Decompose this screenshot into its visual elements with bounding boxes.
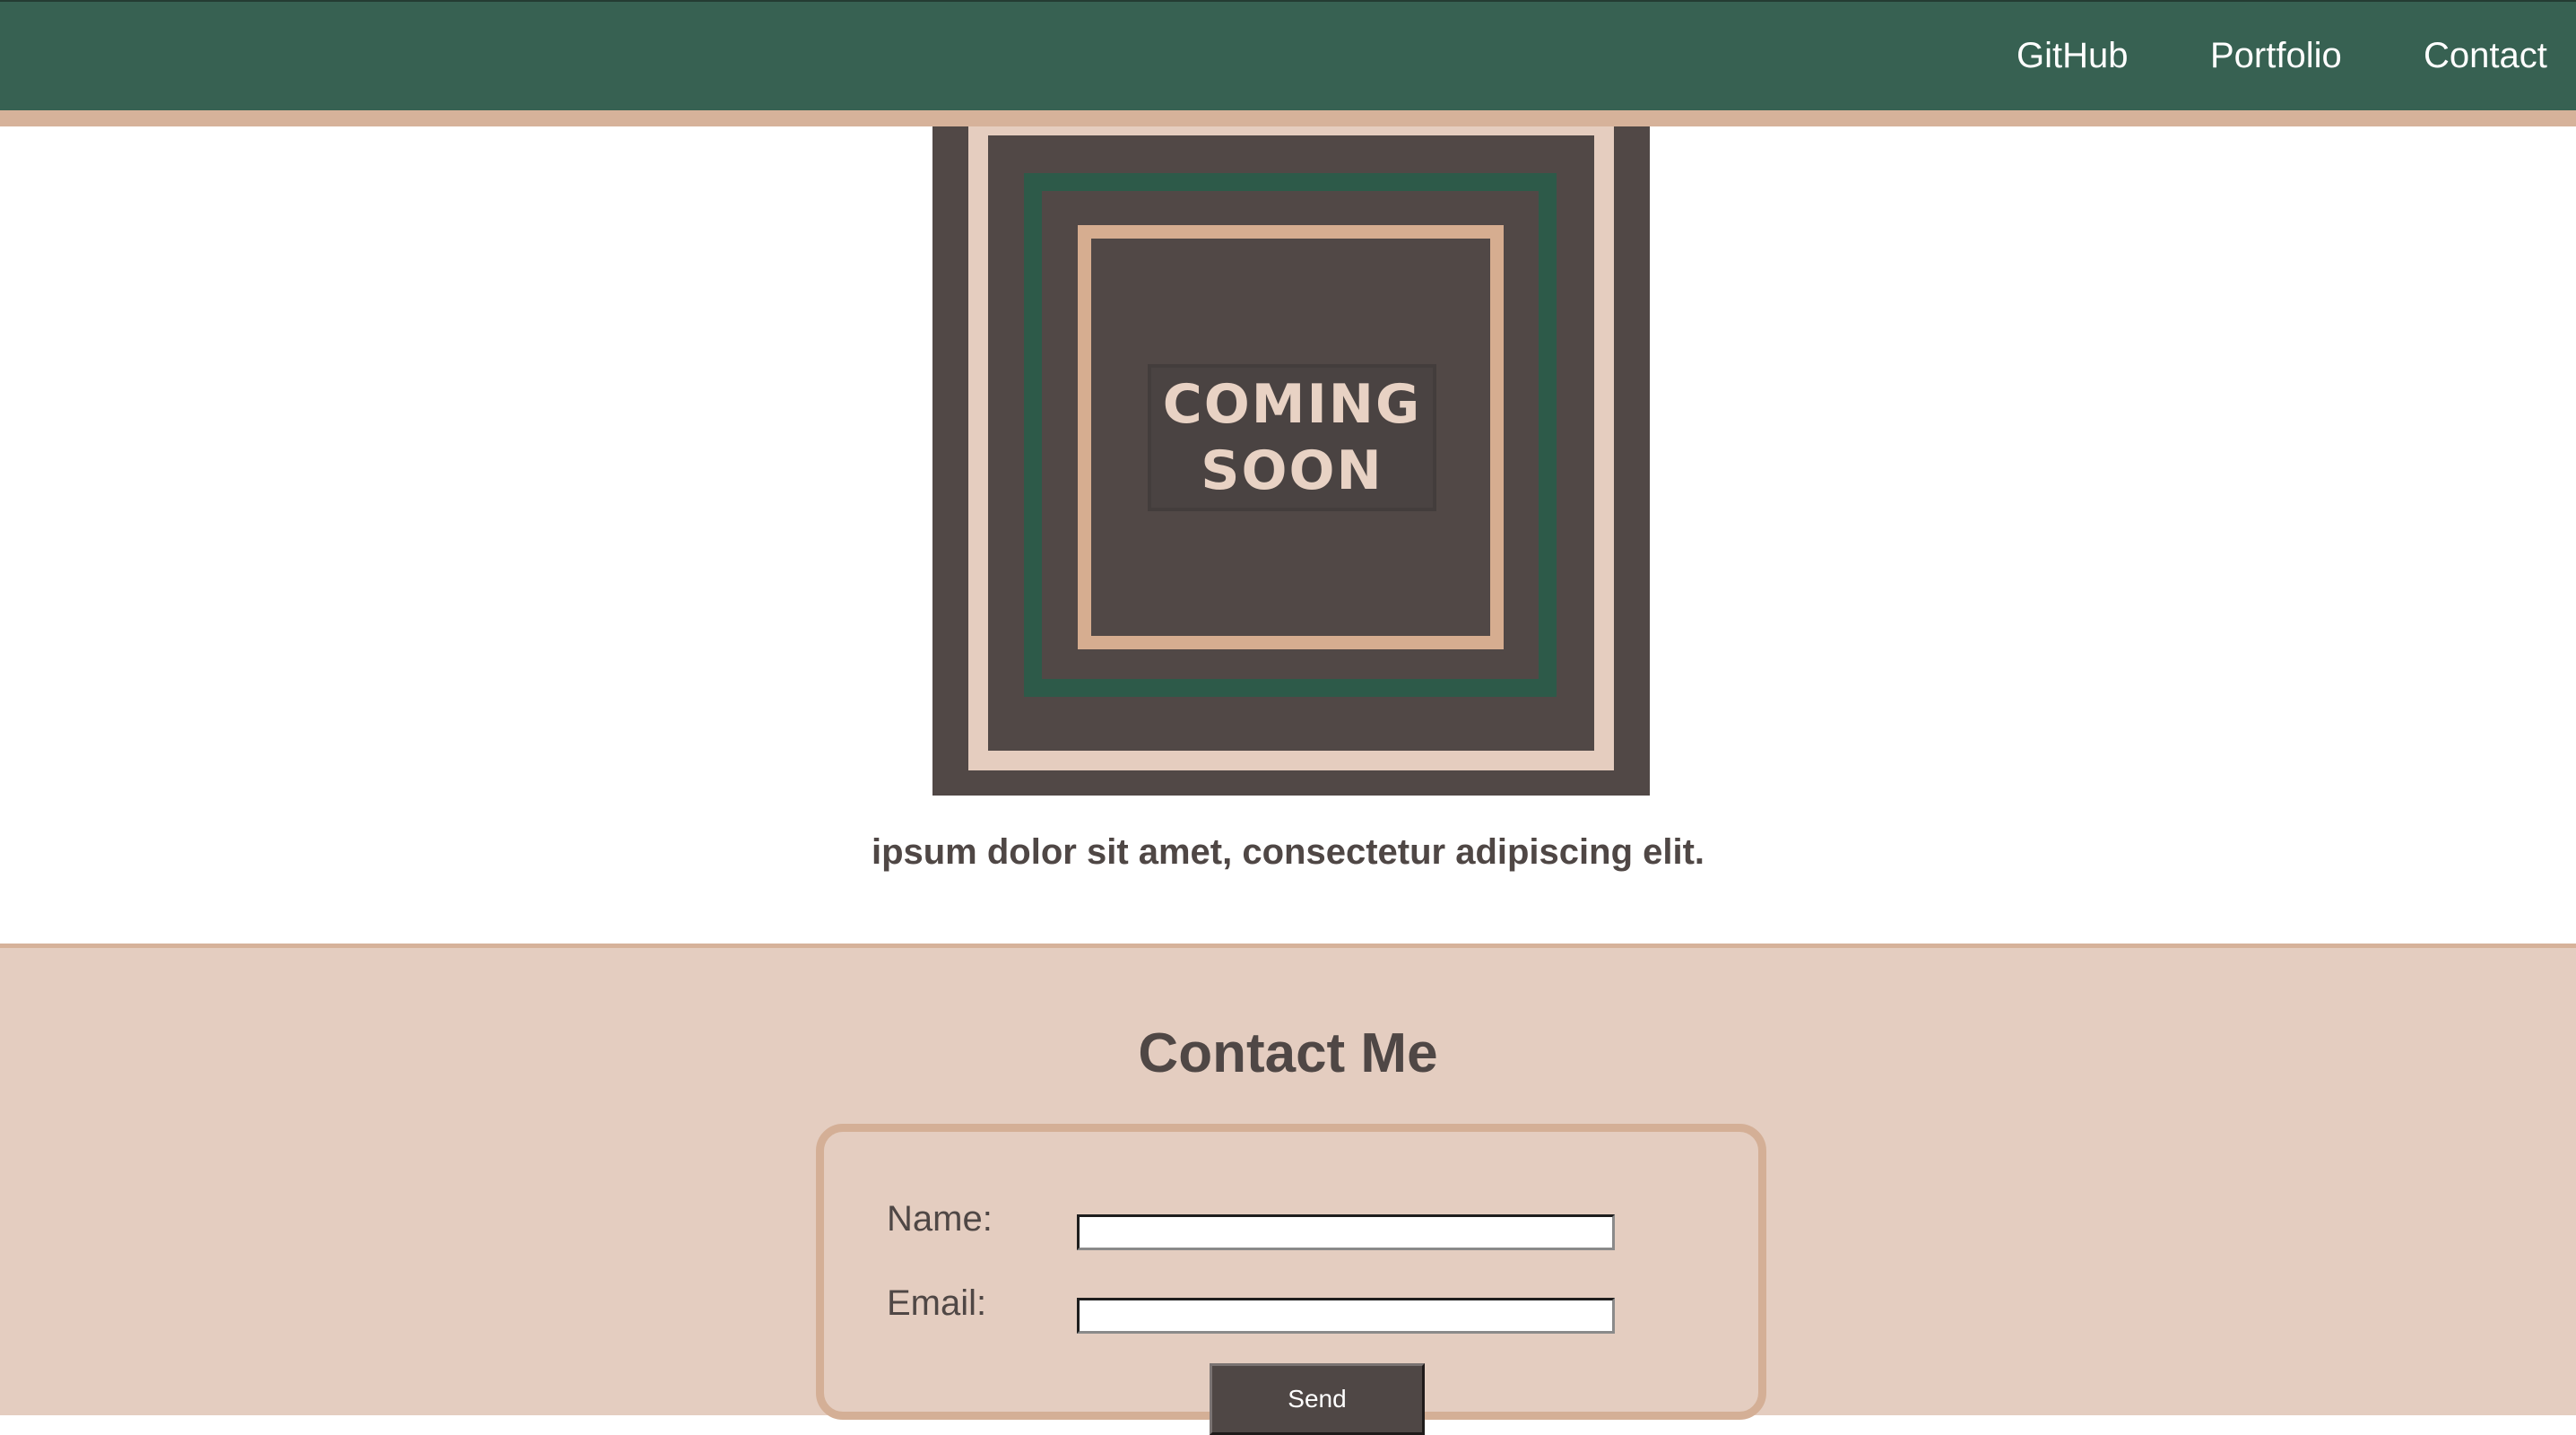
- header-accent-strip: [0, 110, 2576, 126]
- top-navbar: GitHub Portfolio Contact: [0, 0, 2576, 110]
- contact-form: Name: Email: Send: [816, 1124, 1766, 1435]
- name-input[interactable]: [1077, 1214, 1615, 1250]
- email-input[interactable]: [1077, 1298, 1615, 1334]
- email-label: Email:: [887, 1283, 987, 1323]
- coming-soon-badge: COMING SOON: [1148, 364, 1436, 511]
- name-label: Name:: [887, 1199, 993, 1239]
- coming-soon-text: COMING SOON: [1162, 373, 1422, 502]
- project-caption: ipsum dolor sit amet, consectetur adipis…: [871, 832, 1705, 872]
- contact-title: Contact Me: [1138, 1022, 1438, 1084]
- send-button[interactable]: Send: [1210, 1363, 1425, 1435]
- nav-link-contact[interactable]: Contact: [2424, 34, 2547, 77]
- contact-section: Contact Me Name: Email: Send: [0, 944, 2576, 1435]
- coming-soon-image: COMING SOON: [932, 126, 1650, 796]
- nav-link-portfolio[interactable]: Portfolio: [2210, 34, 2342, 77]
- nav-link-github[interactable]: GitHub: [2017, 34, 2129, 77]
